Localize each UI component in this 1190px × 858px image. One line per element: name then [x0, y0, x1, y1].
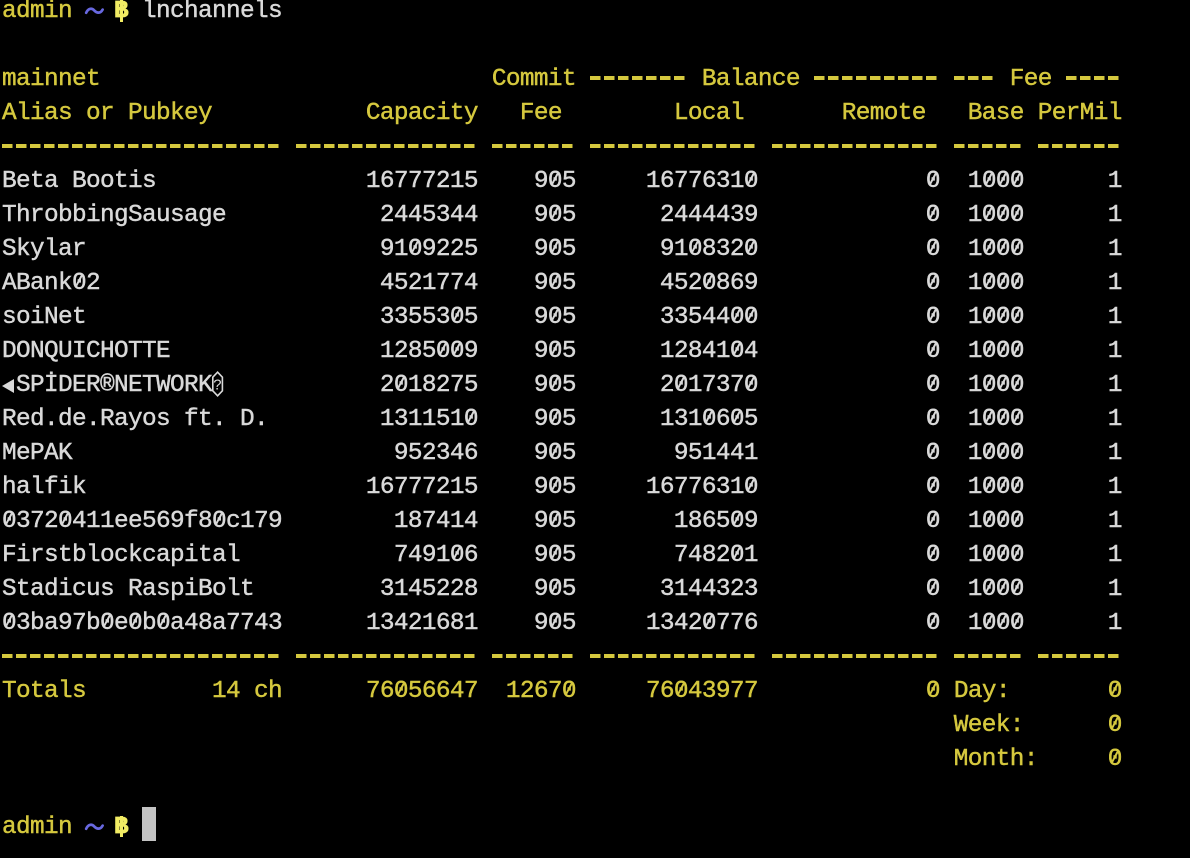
- svg-text:?: ?: [213, 378, 222, 395]
